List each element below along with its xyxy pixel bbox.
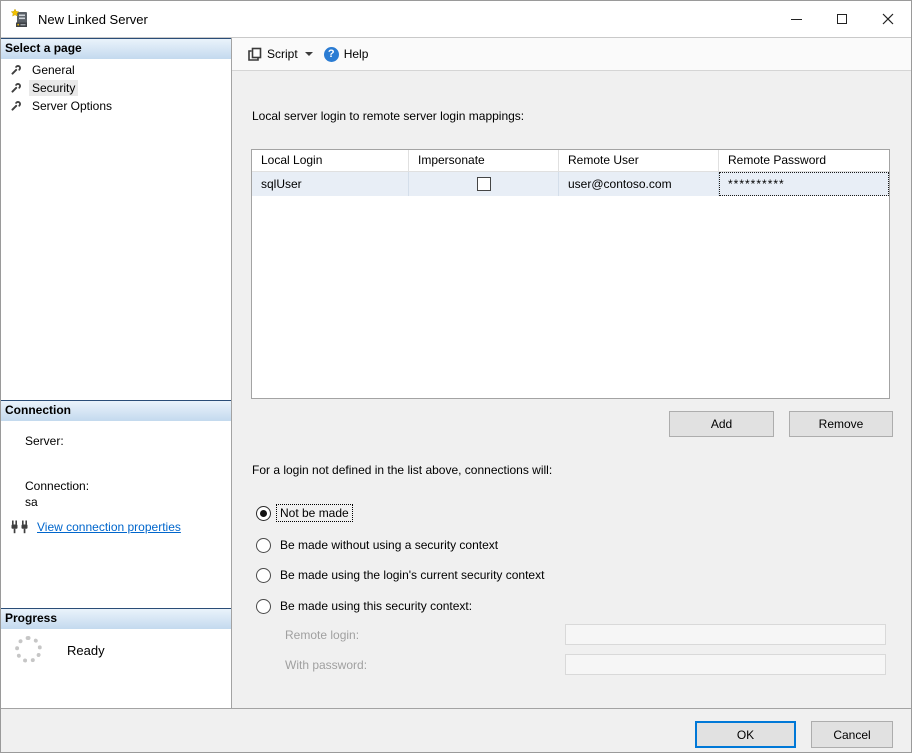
progress-status: Ready	[67, 643, 105, 658]
radio-icon	[256, 538, 271, 553]
help-icon: ?	[324, 47, 339, 62]
remote-login-input	[565, 624, 886, 645]
window-controls	[773, 1, 911, 37]
radio-option-0[interactable]: Not be made	[256, 504, 352, 522]
table-row: sqlUser user@contoso.com **********	[252, 172, 889, 196]
add-button[interactable]: Add	[669, 411, 774, 437]
maximize-button[interactable]	[819, 1, 865, 37]
script-button[interactable]: Script	[243, 44, 302, 65]
column-header-local-login[interactable]: Local Login	[252, 150, 409, 172]
view-connection-properties[interactable]: View connection properties	[11, 520, 181, 534]
select-a-page-header: Select a page	[1, 38, 231, 59]
wrench-icon	[9, 82, 22, 95]
help-button[interactable]: ? Help	[320, 44, 373, 65]
connection-label: Connection:	[25, 479, 89, 493]
radio-option-3[interactable]: Be made using this security context:	[256, 597, 475, 615]
minimize-button[interactable]	[773, 1, 819, 37]
radio-label: Be made using the login's current securi…	[277, 567, 547, 583]
help-label: Help	[344, 47, 369, 61]
window-title: New Linked Server	[38, 12, 148, 27]
login-mappings-table: Local Login Impersonate Remote User Remo…	[251, 149, 890, 399]
new-linked-server-icon	[10, 9, 30, 29]
sidebar-item-general[interactable]: General	[1, 61, 231, 79]
remote-user-cell[interactable]: user@contoso.com	[559, 172, 719, 196]
column-header-remote-user[interactable]: Remote User	[559, 150, 719, 172]
remove-button[interactable]: Remove	[789, 411, 893, 437]
impersonate-cell	[409, 172, 559, 196]
connection-header: Connection	[1, 400, 231, 421]
radio-option-1[interactable]: Be made without using a security context	[256, 536, 501, 554]
progress-header: Progress	[1, 608, 231, 629]
close-button[interactable]	[865, 1, 911, 37]
footer: OK Cancel	[1, 708, 911, 753]
right-pane: Script ? Help Local server login to remo…	[232, 38, 911, 708]
titlebar: New Linked Server	[1, 1, 911, 38]
wrench-icon	[9, 64, 22, 77]
sidebar-item-security[interactable]: Security	[1, 79, 231, 97]
radio-icon	[256, 568, 271, 583]
server-label: Server:	[25, 434, 64, 448]
toolbar: Script ? Help	[232, 38, 911, 71]
radio-icon	[256, 599, 271, 614]
cancel-button[interactable]: Cancel	[811, 721, 893, 748]
connection-value: sa	[25, 495, 38, 509]
security-page-content: Local server login to remote server logi…	[232, 71, 911, 708]
sidebar: Select a page General Security Server Op…	[1, 38, 232, 708]
ok-button[interactable]: OK	[695, 721, 796, 748]
radio-icon	[256, 506, 271, 521]
script-icon	[247, 47, 262, 62]
wrench-icon	[9, 100, 22, 113]
column-header-impersonate[interactable]: Impersonate	[409, 150, 559, 172]
close-icon	[882, 13, 894, 25]
table-header-row: Local Login Impersonate Remote User Remo…	[252, 150, 889, 172]
radio-label: Be made using this security context:	[277, 598, 475, 614]
remote-login-label: Remote login:	[285, 628, 359, 642]
with-password-input	[565, 654, 886, 675]
fallback-connections-label: For a login not defined in the list abov…	[252, 463, 552, 477]
sidebar-item-label: Server Options	[29, 98, 115, 114]
sidebar-item-label: Security	[29, 80, 78, 96]
radio-label: Not be made	[277, 505, 352, 521]
script-label: Script	[267, 47, 298, 61]
mappings-label: Local server login to remote server logi…	[252, 109, 524, 123]
remote-password-cell[interactable]: **********	[719, 172, 889, 196]
impersonate-checkbox[interactable]	[477, 177, 491, 191]
radio-option-2[interactable]: Be made using the login's current securi…	[256, 566, 547, 584]
new-linked-server-dialog: New Linked Server Select a page General	[0, 0, 912, 753]
page-list: General Security Server Options	[1, 61, 231, 115]
progress-spinner-icon	[15, 636, 42, 663]
maximize-icon	[837, 14, 847, 24]
radio-label: Be made without using a security context	[277, 537, 501, 553]
sidebar-item-server-options[interactable]: Server Options	[1, 97, 231, 115]
connection-properties-icon	[11, 520, 29, 534]
column-header-remote-password[interactable]: Remote Password	[719, 150, 889, 172]
local-login-cell[interactable]: sqlUser	[252, 172, 409, 196]
sidebar-item-label: General	[29, 62, 78, 78]
view-connection-properties-link[interactable]: View connection properties	[37, 520, 181, 534]
minimize-icon	[791, 19, 802, 20]
script-dropdown-icon[interactable]	[305, 52, 313, 56]
with-password-label: With password:	[285, 658, 367, 672]
